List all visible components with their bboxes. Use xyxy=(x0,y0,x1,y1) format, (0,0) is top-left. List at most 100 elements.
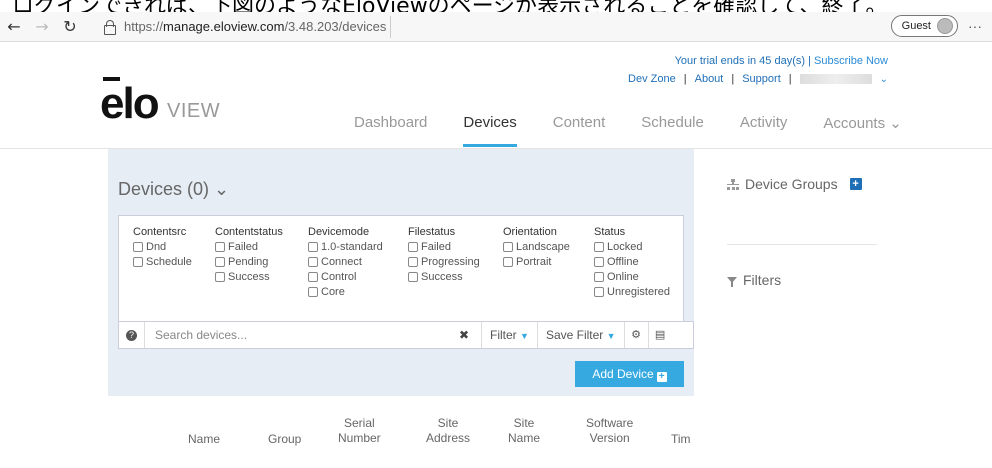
sitemap-icon xyxy=(727,178,739,190)
support-link[interactable]: Support xyxy=(742,73,781,85)
about-link[interactable]: About xyxy=(695,73,724,85)
option-label: Failed xyxy=(228,241,258,253)
checkbox[interactable] xyxy=(308,257,318,267)
filter-option[interactable]: Online xyxy=(594,271,670,283)
address-bar[interactable]: https://manage.eloview.com/3.48.203/devi… xyxy=(124,15,392,38)
nav-devices[interactable]: Devices xyxy=(463,114,518,147)
filter-button[interactable]: Filter ▼ xyxy=(481,322,537,348)
gear-icon[interactable]: ⚙ xyxy=(623,322,648,348)
checkbox[interactable] xyxy=(408,257,418,267)
filter-label: Filter xyxy=(490,328,517,342)
checkbox[interactable] xyxy=(308,242,318,252)
subscribe-link[interactable]: Subscribe Now xyxy=(814,55,888,67)
column-header-serial-number[interactable]: Serial Number xyxy=(338,416,381,446)
filter-option[interactable]: Portrait xyxy=(503,256,570,268)
clear-search-icon[interactable]: ✖ xyxy=(459,328,481,342)
filter-option[interactable]: Success xyxy=(408,271,480,283)
add-device-label: Add Device xyxy=(592,367,654,381)
column-header-name[interactable]: Name xyxy=(188,432,220,447)
filter-option[interactable]: Landscape xyxy=(503,241,570,253)
refresh-icon[interactable]: ↻ xyxy=(56,17,84,36)
filter-option[interactable]: 1.0-standard xyxy=(308,241,383,253)
filter-option[interactable]: Dnd xyxy=(133,241,192,253)
checkbox[interactable] xyxy=(308,272,318,282)
add-group-plus-icon[interactable]: + xyxy=(849,178,862,190)
save-filter-button[interactable]: Save Filter ▼ xyxy=(536,322,624,348)
column-header-time[interactable]: Tim xyxy=(671,432,691,447)
filters-header[interactable]: Filters xyxy=(727,272,781,288)
checkbox[interactable] xyxy=(408,272,418,282)
elo-view-logo[interactable]: elo VIEW xyxy=(100,77,220,126)
filter-heading: Filestatus xyxy=(408,226,456,238)
header-top-links: Your trial ends in 45 day(s) | Subscribe… xyxy=(628,55,888,85)
column-header-group[interactable]: Group xyxy=(268,432,301,447)
profile-button[interactable]: Guest xyxy=(890,15,958,37)
filter-option[interactable]: Success xyxy=(215,271,283,283)
nav-dashboard[interactable]: Dashboard xyxy=(354,114,427,132)
back-arrow-icon[interactable]: ← xyxy=(0,17,28,36)
filter-option[interactable]: Control xyxy=(308,271,383,283)
profile-label: Guest xyxy=(901,20,931,32)
checkbox[interactable] xyxy=(594,287,604,297)
checkbox[interactable] xyxy=(408,242,418,252)
filter-option[interactable]: Offline xyxy=(594,256,670,268)
checkbox[interactable] xyxy=(215,257,225,267)
filter-heading: Status xyxy=(594,226,626,238)
search-bar: ? Search devices... ✖ Filter ▼ Save Filt… xyxy=(118,321,694,349)
option-label: Connect xyxy=(321,256,362,268)
filter-option[interactable]: Failed xyxy=(408,241,480,253)
option-label: Progressing xyxy=(421,256,480,268)
caret-down-icon: ▼ xyxy=(520,331,529,341)
checkbox[interactable] xyxy=(594,257,604,267)
chevron-down-icon[interactable]: ⌄ xyxy=(880,74,888,85)
checkbox[interactable] xyxy=(308,287,318,297)
nav-activity[interactable]: Activity xyxy=(740,114,788,132)
checkbox[interactable] xyxy=(215,272,225,282)
filter-option[interactable]: Unregistered xyxy=(594,286,670,298)
option-label: Landscape xyxy=(516,241,570,253)
option-label: Schedule xyxy=(146,256,192,268)
dev-zone-link[interactable]: Dev Zone xyxy=(628,73,676,85)
separator: | xyxy=(683,73,687,85)
filter-option[interactable]: Schedule xyxy=(133,256,192,268)
checkbox[interactable] xyxy=(215,242,225,252)
filter-group-devicemode: Devicemode 1.0-standard Connect Control … xyxy=(308,226,383,301)
option-label: Offline xyxy=(607,256,639,268)
forward-arrow-icon[interactable]: → xyxy=(28,17,56,36)
option-label: Success xyxy=(421,271,463,283)
option-label: 1.0-standard xyxy=(321,241,383,253)
help-icon[interactable]: ? xyxy=(119,322,145,348)
search-input[interactable]: Search devices... xyxy=(155,328,455,342)
filter-option[interactable]: Connect xyxy=(308,256,383,268)
nav-accounts[interactable]: Accounts ⌄ xyxy=(823,114,901,132)
export-file-icon[interactable]: ▤ xyxy=(647,322,672,348)
filter-option[interactable]: Failed xyxy=(215,241,283,253)
option-label: Portrait xyxy=(516,256,552,268)
page-caption: ログインできれば、下図のようなEloViewのページが表示されることを確認して、… xyxy=(0,0,992,12)
filter-heading: Contentstatus xyxy=(215,226,283,238)
plus-icon: + xyxy=(656,372,667,382)
filter-option[interactable]: Pending xyxy=(215,256,283,268)
nav-schedule[interactable]: Schedule xyxy=(641,114,704,132)
checkbox[interactable] xyxy=(503,242,513,252)
checkbox[interactable] xyxy=(133,242,143,252)
devices-title[interactable]: Devices (0) ⌄ xyxy=(118,179,229,200)
option-label: Pending xyxy=(228,256,269,268)
user-menu[interactable] xyxy=(799,74,872,84)
filter-option[interactable]: Progressing xyxy=(408,256,480,268)
trial-text: Your trial ends in 45 day(s) | xyxy=(674,55,811,67)
checkbox[interactable] xyxy=(594,272,604,282)
column-header-site-address[interactable]: Site Address xyxy=(426,416,470,446)
filter-option[interactable]: Core xyxy=(308,286,383,298)
checkbox[interactable] xyxy=(503,257,513,267)
column-header-site-name[interactable]: Site Name xyxy=(508,416,540,446)
checkbox[interactable] xyxy=(594,242,604,252)
nav-content[interactable]: Content xyxy=(553,114,606,132)
column-header-software-version[interactable]: Software Version xyxy=(586,416,633,446)
option-label: Online xyxy=(607,271,639,283)
checkbox[interactable] xyxy=(133,257,143,267)
more-options-icon[interactable]: ··· xyxy=(968,18,982,34)
option-label: Control xyxy=(321,271,357,283)
add-device-button[interactable]: Add Device + xyxy=(575,361,684,387)
filter-option[interactable]: Locked xyxy=(594,241,670,253)
